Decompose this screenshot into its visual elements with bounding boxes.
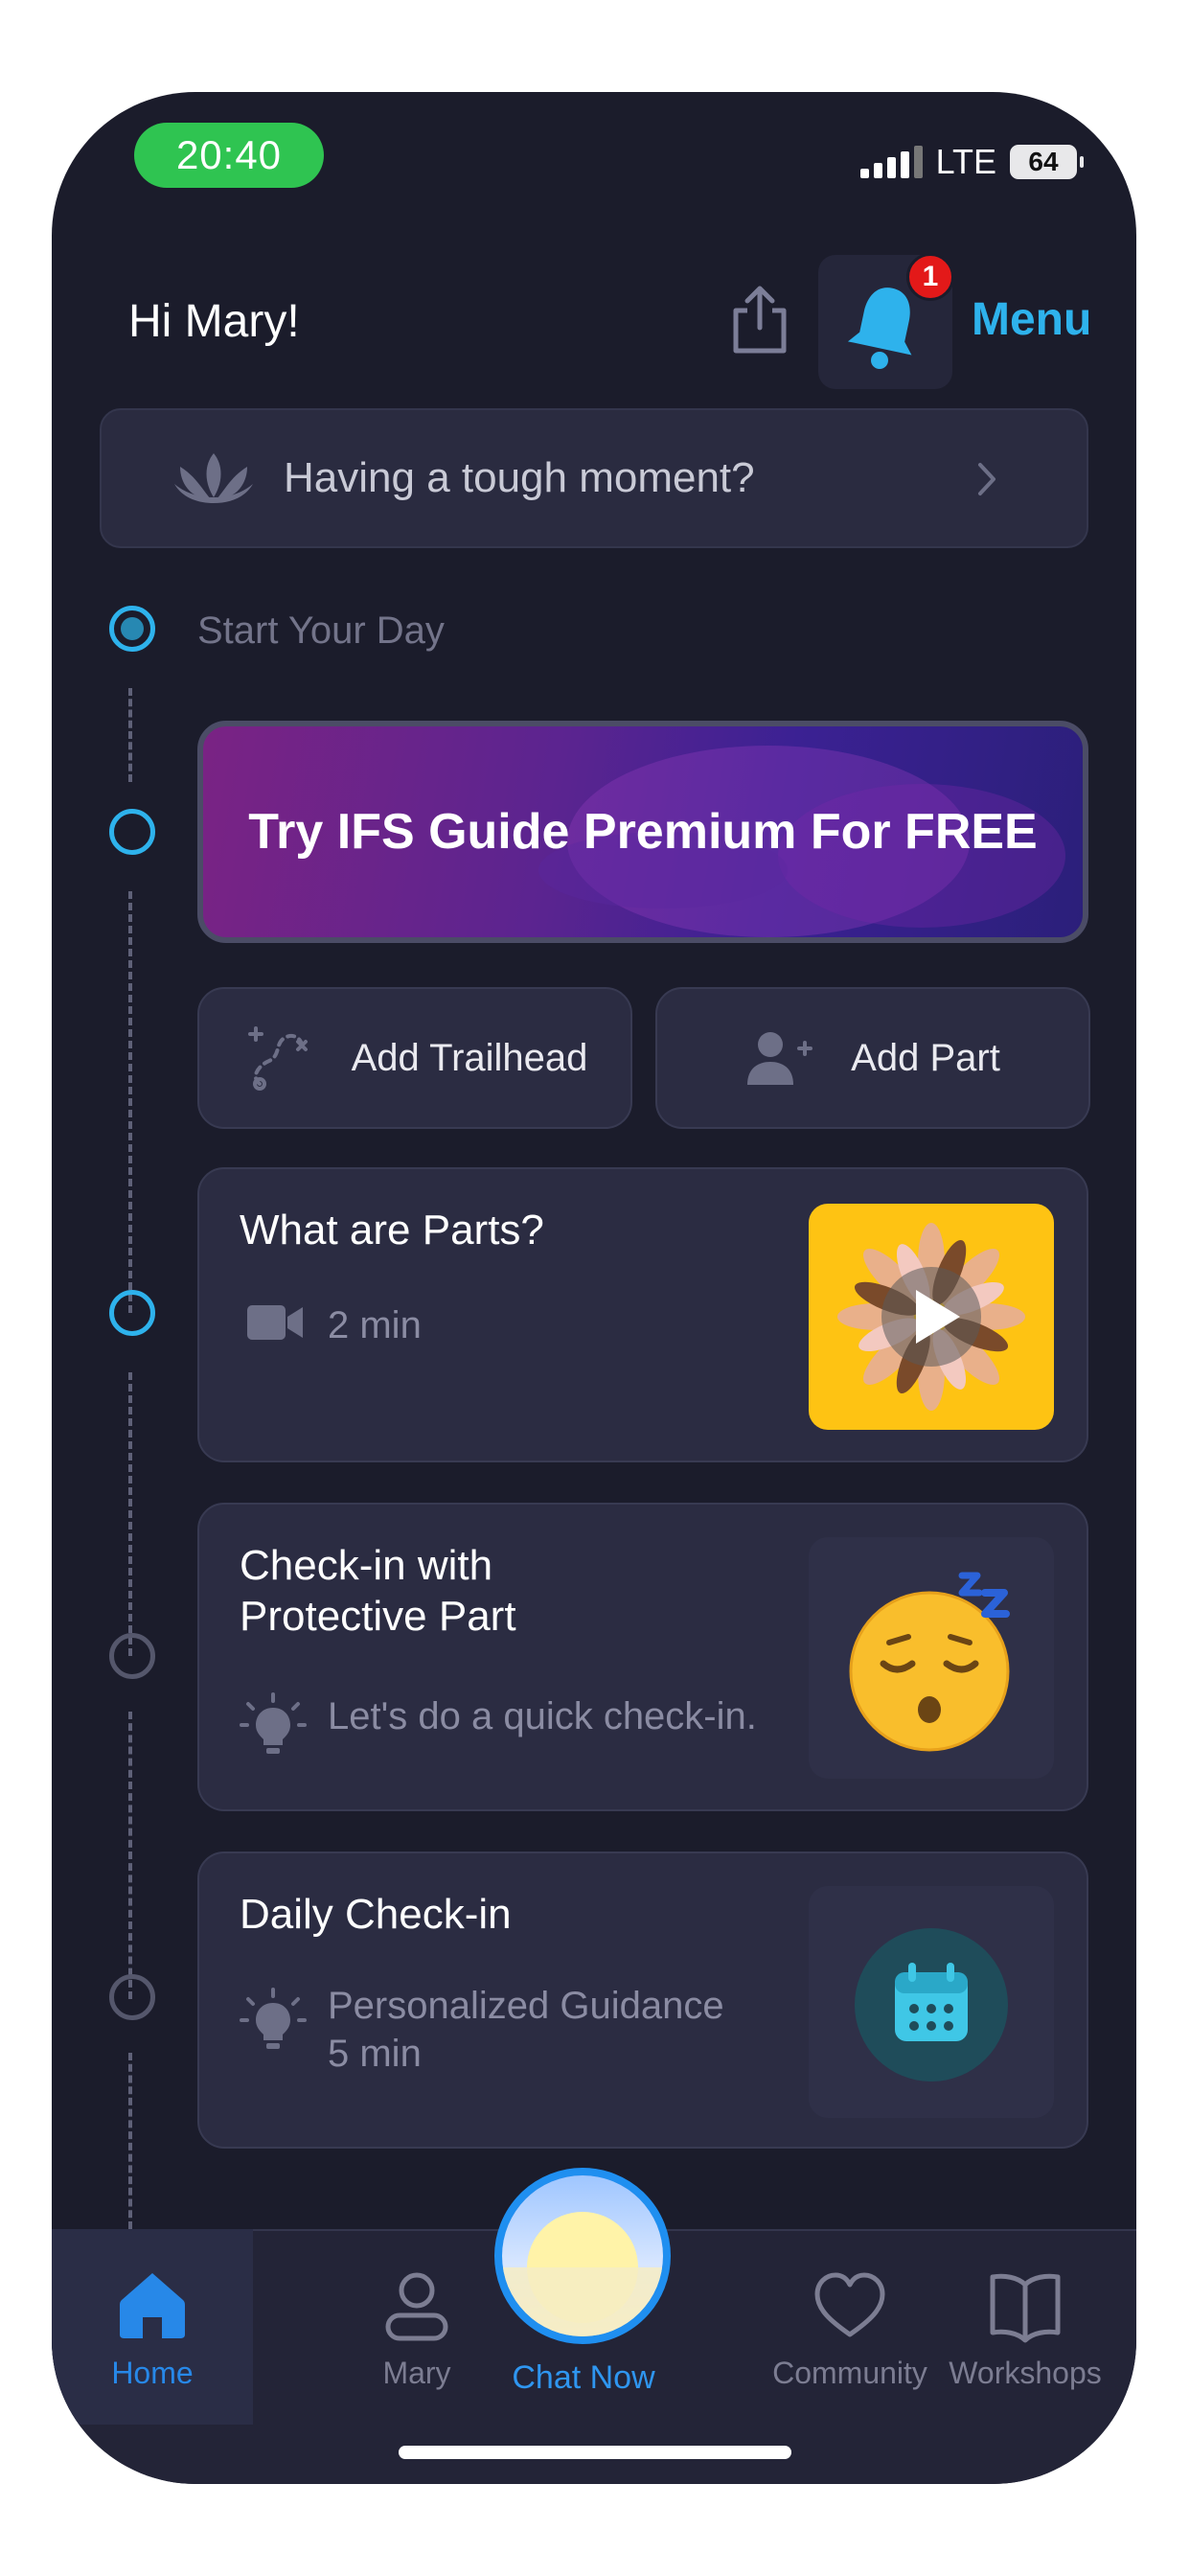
chat-now-button[interactable]	[494, 2168, 671, 2344]
timeline-connector	[128, 688, 132, 782]
premium-banner-label: Try IFS Guide Premium For FREE	[248, 804, 1038, 860]
card-title: What are Parts?	[240, 1207, 544, 1254]
share-icon[interactable]	[724, 284, 795, 355]
add-trailhead-button[interactable]: Add Trailhead	[197, 987, 632, 1129]
battery-icon: 64	[1010, 145, 1084, 179]
sunrise-icon	[502, 2175, 663, 2336]
tab-home[interactable]: Home	[52, 2229, 253, 2425]
heart-icon	[814, 2272, 885, 2337]
book-icon	[990, 2273, 1061, 2343]
trail-icon	[247, 1026, 308, 1091]
video-camera-icon	[247, 1305, 303, 1340]
tab-label: Workshops	[949, 2356, 1102, 2390]
daily-checkin-card[interactable]: Daily Check-in Personalized Guidance 5 m…	[197, 1852, 1088, 2149]
timeline-node	[109, 809, 155, 855]
start-your-day-label: Start Your Day	[197, 610, 445, 652]
card-title: Check-in with Protective Part	[240, 1542, 516, 1640]
person-icon	[385, 2272, 448, 2341]
lotus-icon	[174, 453, 253, 503]
video-thumbnail[interactable]	[809, 1204, 1054, 1430]
tab-label: Community	[772, 2356, 927, 2390]
tough-moment-label: Having a tough moment?	[284, 454, 755, 501]
premium-banner[interactable]: Try IFS Guide Premium For FREE	[197, 721, 1088, 943]
add-trailhead-label: Add Trailhead	[351, 1036, 588, 1079]
card-description: Personalized Guidance	[328, 1985, 724, 2027]
card-description: Let's do a quick check-in.	[328, 1695, 757, 1737]
chevron-right-icon	[978, 463, 995, 495]
timeline-node	[109, 1633, 155, 1679]
lightbulb-icon	[240, 1692, 307, 1754]
add-person-icon	[747, 1032, 813, 1085]
add-part-label: Add Part	[851, 1036, 1000, 1079]
timeline-connector	[128, 2053, 132, 2229]
tough-moment-button[interactable]: Having a tough moment?	[100, 408, 1088, 548]
timeline-connector	[128, 1372, 132, 1656]
phone-screen: 20:40 LTE 64 Hi Mary! 1 Menu Having a to…	[52, 92, 1136, 2484]
tab-workshops[interactable]: Workshops	[914, 2229, 1136, 2425]
network-label: LTE	[935, 142, 996, 181]
add-part-button[interactable]: Add Part	[655, 987, 1090, 1129]
tab-label: Mary	[382, 2356, 451, 2390]
card-duration: 2 min	[328, 1304, 422, 1346]
chat-now-label: Chat Now	[512, 2359, 655, 2396]
sleepy-face-thumbnail	[809, 1537, 1054, 1779]
timeline-connector	[128, 891, 132, 1313]
timeline-node-start	[109, 606, 155, 652]
timeline-node	[109, 1290, 155, 1336]
status-indicators: LTE 64	[859, 142, 1084, 182]
notification-badge: 1	[906, 253, 954, 301]
greeting: Hi Mary!	[128, 296, 300, 347]
timeline-node	[109, 1974, 155, 2020]
sleepy-face-icon	[849, 1572, 1010, 1752]
card-duration: 5 min	[328, 2033, 422, 2075]
what-are-parts-card[interactable]: What are Parts? 2 min	[197, 1167, 1088, 1462]
lightbulb-icon	[240, 1988, 307, 2049]
menu-button[interactable]: Menu	[972, 293, 1091, 346]
home-icon	[120, 2273, 185, 2338]
battery-level: 64	[1028, 147, 1059, 176]
home-indicator	[399, 2446, 791, 2459]
signal-icon	[859, 146, 923, 178]
timeline-connector	[128, 1712, 132, 1999]
calendar-thumbnail	[809, 1886, 1054, 2118]
calendar-icon	[855, 1928, 1008, 2082]
hands-circle-icon	[837, 1223, 1025, 1411]
card-title: Daily Check-in	[240, 1891, 512, 1938]
status-time: 20:40	[134, 123, 324, 188]
tab-label: Home	[111, 2356, 194, 2390]
protective-part-card[interactable]: Check-in with Protective Part Let's do a…	[197, 1503, 1088, 1811]
